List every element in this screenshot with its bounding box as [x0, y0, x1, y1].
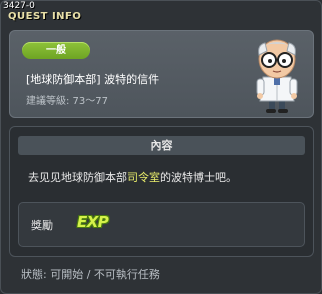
- quest-recommended-level: 建議等級: 73～77: [26, 96, 108, 107]
- content-header: 內容: [18, 136, 305, 155]
- quest-header-card: 一般 [地球防御本部] 波特的信件 建議等級: 73～77: [9, 30, 314, 118]
- quest-status: 狀態: 可開始 / 不可執行任務: [21, 268, 160, 281]
- reward-box: 獎勵 EXP: [18, 202, 305, 247]
- scientist-npc-icon: [256, 39, 298, 113]
- description-text-after: 的波特博士吧。: [160, 171, 237, 184]
- exp-reward-icon[interactable]: EXP: [77, 213, 109, 231]
- reward-label: 獎勵: [31, 219, 53, 232]
- quest-info-window: 3427-0 QUEST INFO 一般 [地球防御本部] 波特的信件 建議等級…: [0, 0, 322, 294]
- quest-description: 去见见地球防御本部司令室的波特博士吧。: [28, 169, 237, 185]
- quest-id-label: 3427-0: [3, 1, 35, 11]
- quest-name: [地球防御本部] 波特的信件: [26, 73, 160, 86]
- window-title: QUEST INFO: [8, 11, 82, 22]
- description-text-before: 去见见地球防御本部: [28, 171, 127, 184]
- description-highlight-location: 司令室: [127, 171, 160, 184]
- quest-category-badge: 一般: [22, 42, 90, 59]
- quest-content-card: 內容 去见见地球防御本部司令室的波特博士吧。 獎勵 EXP: [9, 126, 314, 257]
